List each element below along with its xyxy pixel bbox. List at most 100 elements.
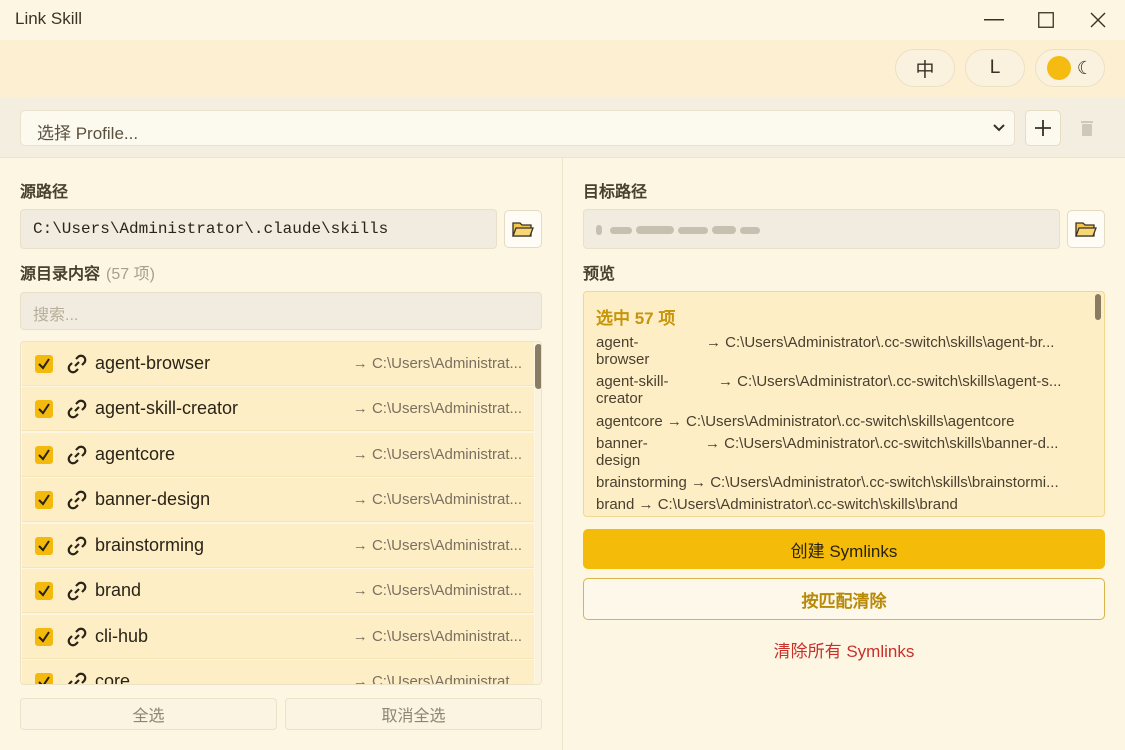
source-contents-title: 源目录内容 — [20, 266, 101, 283]
delete-profile-button[interactable] — [1069, 110, 1105, 146]
redacted-path — [596, 225, 760, 235]
create-symlinks-button[interactable]: 创建 Symlinks — [583, 529, 1105, 569]
target-browse-button[interactable] — [1067, 210, 1105, 248]
link-icon — [67, 536, 87, 555]
preview-item-name: agent-skill- — [596, 373, 669, 390]
top-toolbar: 中 L ☾ — [0, 40, 1125, 98]
preview-item-name: banner- — [596, 435, 648, 452]
item-dest: → C:\Users\Administrat... — [352, 582, 522, 599]
add-profile-button[interactable] — [1025, 110, 1061, 146]
language-label: 中 — [915, 59, 935, 81]
maximize-button[interactable] — [1020, 0, 1072, 40]
item-name: brainstorming — [95, 535, 205, 555]
item-checkbox[interactable] — [35, 536, 53, 555]
preview-item: agent-skill-creator → C:\Users\Administra… — [596, 373, 1061, 407]
link-icon — [67, 354, 87, 373]
item-name: cli-hub — [95, 626, 149, 646]
title-bar: Link Skill — [0, 0, 1125, 40]
check-icon — [38, 402, 50, 415]
select-all-button[interactable]: 全选 — [20, 698, 277, 730]
item-name: brand — [95, 580, 142, 600]
link-icon — [67, 399, 87, 418]
maximize-icon — [1038, 12, 1054, 28]
item-name: agentcore — [95, 444, 176, 464]
preview-item-name-cont: browser — [596, 351, 650, 368]
preview-item-name: agentcore — [596, 413, 663, 430]
list-item[interactable]: agent-browser → C:\Users\Administrat... — [22, 342, 534, 386]
list-item[interactable]: agentcore → C:\Users\Administrat... — [22, 433, 534, 477]
clean-all-symlinks-button[interactable]: 清除所有 Symlinks — [583, 636, 1105, 662]
window-title: Link Skill — [15, 9, 83, 28]
item-name: agent-browser — [95, 353, 211, 373]
item-checkbox[interactable] — [35, 354, 53, 373]
check-icon — [38, 448, 50, 461]
profile-bar: 选择 Profile... — [0, 98, 1125, 158]
item-checkbox[interactable] — [35, 399, 53, 418]
item-name: banner-design — [95, 489, 211, 509]
item-dest: → C:\Users\Administrat... — [352, 355, 522, 372]
preview-item-dest: → C:\Users\Administrator\.cc-switch\skil… — [718, 373, 1062, 390]
source-path-label: 源路径 — [20, 184, 69, 201]
list-scrollbar-track[interactable] — [535, 342, 541, 684]
target-path-input[interactable] — [583, 209, 1060, 249]
link-icon — [67, 490, 87, 509]
item-dest: → C:\Users\Administrat... — [352, 446, 522, 463]
close-icon — [1090, 12, 1106, 28]
preview-item: banner-design → C:\Users\Administrator\.c… — [596, 435, 1058, 469]
chevron-down-icon — [993, 124, 1005, 132]
link-icon — [67, 581, 87, 600]
preview-label: 预览 — [583, 266, 616, 283]
minimize-button[interactable] — [968, 0, 1020, 40]
check-icon — [38, 630, 50, 643]
preview-item: brand → C:\Users\Administrator\.cc-switc… — [596, 496, 958, 513]
close-button[interactable] — [1072, 0, 1124, 40]
item-checkbox[interactable] — [35, 581, 53, 600]
preview-item-dest: → C:\Users\Administrator\.cc-switch\skil… — [638, 496, 958, 513]
preview-panel[interactable]: 选中 57 项 agent-browser → C:\Users\Administ… — [583, 291, 1105, 517]
item-checkbox[interactable] — [35, 672, 53, 684]
profile-select-value: 选择 Profile... — [37, 124, 139, 143]
link-icon — [67, 627, 87, 646]
item-name: core — [95, 671, 131, 685]
link-icon — [67, 445, 87, 464]
profile-select[interactable]: 选择 Profile... — [20, 110, 1015, 146]
list-item[interactable]: brand → C:\Users\Administrat... — [22, 569, 534, 613]
search-input[interactable]: 搜索... — [20, 292, 542, 330]
list-item[interactable]: brainstorming → C:\Users\Administrat... — [22, 524, 534, 568]
source-path-input[interactable]: C:\Users\Administrator\.claude\skills — [20, 209, 497, 249]
item-checkbox[interactable] — [35, 445, 53, 464]
list-item[interactable]: banner-design → C:\Users\Administrat... — [22, 478, 534, 522]
preview-item: brainstorming → C:\Users\Administrator\.… — [596, 474, 1059, 491]
item-dest: → C:\Users\Administrat... — [352, 400, 522, 417]
preview-selected-count: 选中 57 项 — [596, 309, 676, 328]
list-scrollbar-thumb[interactable] — [535, 344, 541, 389]
source-browse-button[interactable] — [504, 210, 542, 248]
language-toggle-button[interactable]: 中 — [895, 49, 955, 87]
item-checkbox[interactable] — [35, 490, 53, 509]
check-icon — [38, 675, 50, 684]
item-name: agent-skill-creator — [95, 398, 239, 418]
clean-matched-button[interactable]: 按匹配清除 — [583, 578, 1105, 620]
size-toggle-button[interactable]: L — [965, 49, 1025, 87]
theme-toggle-button[interactable]: ☾ — [1035, 49, 1105, 87]
item-dest: → C:\Users\Administrat... — [352, 673, 522, 685]
moon-icon: ☾ — [1076, 57, 1094, 79]
size-label: L — [989, 57, 1001, 78]
list-item[interactable]: core → C:\Users\Administrat... — [22, 660, 534, 685]
folder-icon — [512, 222, 534, 237]
item-checkbox[interactable] — [35, 627, 53, 646]
source-item-list[interactable]: agent-browser → C:\Users\Administrat... … — [20, 341, 542, 685]
list-item[interactable]: agent-skill-creator → C:\Users\Administr… — [22, 387, 534, 431]
check-icon — [38, 357, 50, 370]
deselect-all-button[interactable]: 取消全选 — [285, 698, 542, 730]
plus-icon — [1035, 120, 1051, 136]
sun-icon — [1046, 56, 1071, 80]
preview-item-dest: → C:\Users\Administrator\.cc-switch\skil… — [706, 334, 1055, 351]
list-item[interactable]: cli-hub → C:\Users\Administrat... — [22, 615, 534, 659]
preview-item-dest: → C:\Users\Administrator\.cc-switch\skil… — [666, 413, 1015, 430]
preview-item-name: agent- — [596, 334, 639, 351]
preview-item-name-cont: design — [596, 452, 641, 469]
item-dest: → C:\Users\Administrat... — [352, 491, 522, 508]
preview-scrollbar-thumb[interactable] — [1095, 294, 1101, 320]
preview-item-name-cont: creator — [596, 390, 643, 407]
